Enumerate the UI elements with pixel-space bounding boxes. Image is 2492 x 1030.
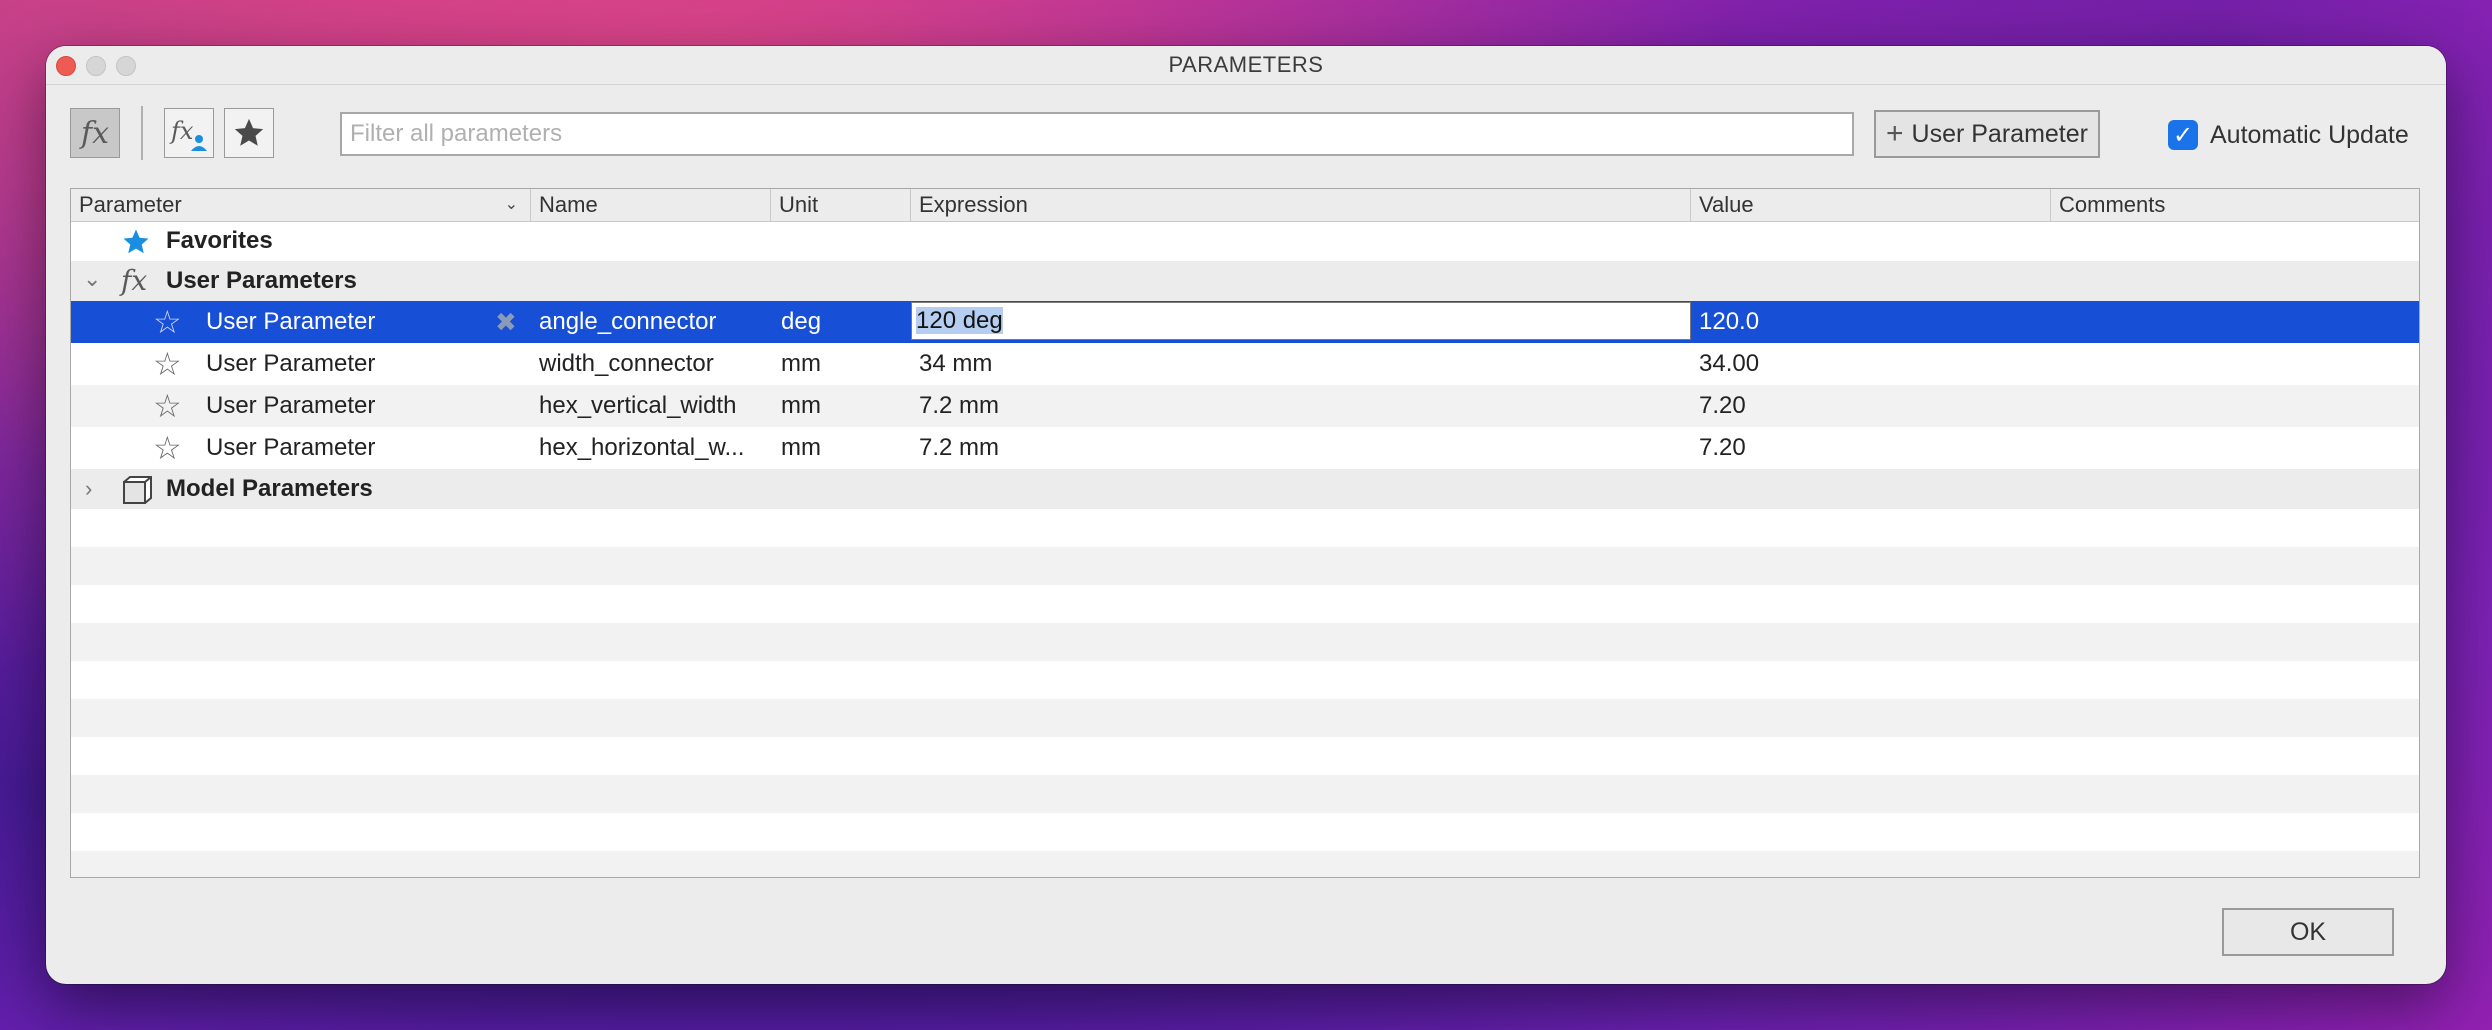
automatic-update-label: Automatic Update (2210, 120, 2409, 149)
empty-row (71, 775, 2419, 813)
parameters-table: Parameter ⌄ Name Unit Expression Value C… (70, 188, 2420, 878)
row-value: 7.20 (1699, 392, 1746, 419)
plus-icon: + (1886, 117, 1904, 150)
model-parameters-group-label: Model Parameters (166, 475, 373, 502)
column-header-parameter[interactable]: Parameter ⌄ (71, 189, 531, 221)
model-cube-icon (123, 476, 152, 504)
row-parameter-type: User Parameter (206, 434, 376, 461)
table-row[interactable]: ☆ User Parameter hex_vertical_width mm 7… (71, 385, 2419, 427)
user-parameters-group-row[interactable]: ⌄ fx User Parameters (71, 261, 2419, 301)
row-unit[interactable]: deg (781, 301, 821, 343)
row-name[interactable]: angle_connector (539, 301, 716, 343)
svg-text:fx: fx (169, 117, 194, 145)
star-outline-icon[interactable]: ☆ (153, 427, 182, 469)
empty-row (71, 851, 2419, 877)
automatic-update-toggle[interactable]: ✓ Automatic Update (2168, 118, 2409, 152)
table-row[interactable]: ☆ User Parameter ✖ angle_connector deg 1… (71, 301, 2419, 343)
favorites-group-row[interactable]: Favorites (71, 221, 2419, 261)
row-parameter-type: User Parameter (206, 308, 376, 335)
window-title: PARAMETERS (1168, 52, 1324, 77)
empty-row (71, 509, 2419, 547)
row-name[interactable]: width_connector (539, 343, 714, 385)
delete-icon[interactable]: ✖ (495, 301, 517, 343)
column-header-comments[interactable]: Comments (2051, 189, 2419, 221)
filter-parameters-input[interactable] (340, 112, 1854, 156)
expression-edit-field[interactable]: 120 deg (911, 302, 1691, 340)
row-unit[interactable]: mm (781, 385, 821, 427)
toolbar-separator (141, 106, 143, 160)
title-bar: PARAMETERS (46, 46, 2446, 85)
column-header-name[interactable]: Name (531, 189, 771, 221)
show-all-parameters-button[interactable]: fx (70, 108, 120, 158)
column-header-unit[interactable]: Unit (771, 189, 911, 221)
empty-row (71, 699, 2419, 737)
star-outline-icon[interactable]: ☆ (153, 301, 182, 343)
row-unit[interactable]: mm (781, 343, 821, 385)
add-user-parameter-button[interactable]: + User Parameter (1874, 110, 2100, 158)
column-header-expression[interactable]: Expression (911, 189, 1691, 221)
model-parameters-group-row[interactable]: › Model Parameters (71, 469, 2419, 509)
empty-row (71, 623, 2419, 661)
parameters-dialog: PARAMETERS fx fx + User Parameter ✓ Auto… (46, 46, 2446, 984)
column-header-value[interactable]: Value (1691, 189, 2051, 221)
user-parameters-filter-button[interactable]: fx (164, 108, 214, 158)
add-user-parameter-label: User Parameter (1911, 119, 2088, 148)
row-expression[interactable]: 7.2 mm (919, 427, 999, 469)
checkmark-icon: ✓ (2172, 121, 2194, 149)
fx-icon: fx (121, 264, 148, 297)
fx-icon: fx (80, 115, 110, 151)
row-value: 7.20 (1699, 434, 1746, 461)
automatic-update-checkbox[interactable]: ✓ (2168, 120, 2198, 150)
ok-button[interactable]: OK (2222, 908, 2394, 956)
star-outline-icon[interactable]: ☆ (153, 343, 182, 385)
star-outline-icon[interactable]: ☆ (153, 385, 182, 427)
row-value: 120.0 (1699, 308, 1760, 335)
user-parameters-group-label: User Parameters (166, 267, 357, 294)
row-expression[interactable]: 7.2 mm (919, 385, 999, 427)
table-row[interactable]: ☆ User Parameter width_connector mm 34 m… (71, 343, 2419, 385)
row-expression[interactable]: 34 mm (919, 343, 992, 385)
column-header-parameter-label: Parameter (79, 192, 182, 217)
chevron-right-icon[interactable]: › (85, 469, 92, 509)
fx-user-icon: fx (169, 117, 207, 151)
empty-row (71, 661, 2419, 699)
row-parameter-type: User Parameter (206, 392, 376, 419)
row-parameter-type: User Parameter (206, 350, 376, 377)
row-value: 34.00 (1699, 350, 1760, 377)
chevron-down-icon[interactable]: ⌄ (83, 261, 101, 301)
table-header: Parameter ⌄ Name Unit Expression Value C… (71, 189, 2419, 222)
expression-selected-text: 120 deg (916, 307, 1003, 334)
star-icon (234, 118, 264, 146)
empty-row (71, 737, 2419, 775)
row-name[interactable]: hex_horizontal_w... (539, 427, 744, 469)
row-name[interactable]: hex_vertical_width (539, 385, 736, 427)
empty-row (71, 813, 2419, 851)
favorite-star-icon (123, 229, 149, 254)
favorites-group-label: Favorites (166, 227, 273, 254)
empty-row (71, 585, 2419, 623)
favorites-filter-button[interactable] (224, 108, 274, 158)
table-row[interactable]: ☆ User Parameter hex_horizontal_w... mm … (71, 427, 2419, 469)
empty-row (71, 547, 2419, 585)
row-unit[interactable]: mm (781, 427, 821, 469)
chevron-down-icon: ⌄ (504, 196, 518, 213)
